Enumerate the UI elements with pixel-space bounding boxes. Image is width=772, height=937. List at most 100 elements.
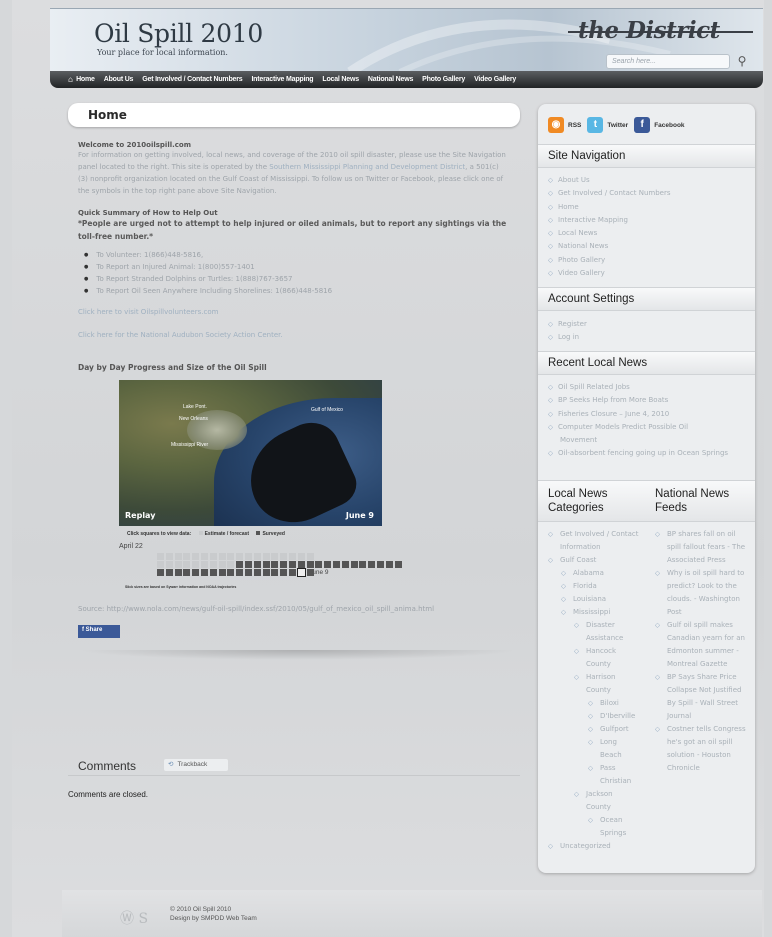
category-pass-christian[interactable]: Pass Christian: [588, 762, 640, 788]
register-link[interactable]: Register: [548, 318, 587, 331]
day-square[interactable]: [236, 569, 244, 576]
list-item[interactable]: Computer Models Predict Possible Oil Mov…: [548, 421, 718, 448]
category-louisiana[interactable]: Louisiana: [561, 593, 648, 606]
day-square[interactable]: [333, 561, 340, 568]
day-square[interactable]: [192, 553, 200, 560]
list-item[interactable]: Why is oil spill hard to predict? Look t…: [655, 567, 747, 619]
category-hancock-county[interactable]: Hancock County: [574, 645, 636, 671]
category-diberville[interactable]: D'Iberville: [588, 710, 640, 723]
category-mississippi[interactable]: Mississippi: [561, 606, 648, 619]
day-square[interactable]: [183, 553, 191, 560]
list-item[interactable]: BP shares fall on oil spill fallout fear…: [655, 528, 747, 567]
day-square[interactable]: [165, 569, 173, 576]
day-square[interactable]: [315, 561, 323, 568]
nav-about-us[interactable]: About Us: [104, 76, 134, 83]
day-square[interactable]: [280, 553, 288, 560]
sidebar-item-photo-gallery[interactable]: Photo Gallery: [548, 254, 671, 267]
sidebar-item-interactive-mapping[interactable]: Interactive Mapping: [548, 214, 671, 227]
day-square[interactable]: [289, 553, 296, 560]
category-alabama[interactable]: Alabama: [561, 567, 648, 580]
day-square[interactable]: [183, 569, 191, 576]
nav-get-involved[interactable]: Get Involved / Contact Numbers: [142, 76, 242, 83]
day-square[interactable]: [306, 553, 314, 560]
sidebar-item-get-involved[interactable]: Get Involved / Contact Numbers: [548, 187, 671, 200]
day-square[interactable]: [192, 569, 200, 576]
day-square[interactable]: [157, 553, 164, 560]
category-get-involved[interactable]: Get Involved / Contact Information: [548, 528, 648, 554]
day-square[interactable]: [245, 553, 252, 560]
category-ocean-springs[interactable]: Ocean Springs: [588, 814, 640, 840]
home-icon[interactable]: ⌂: [68, 75, 73, 84]
day-square[interactable]: [253, 561, 261, 568]
facebook-share-button[interactable]: f Share: [78, 625, 120, 638]
day-square[interactable]: [236, 553, 244, 560]
day-square[interactable]: [183, 561, 191, 568]
day-square[interactable]: [174, 569, 182, 576]
selected-day-square[interactable]: [297, 568, 306, 577]
day-square[interactable]: [341, 561, 349, 568]
oil-spill-map[interactable]: Lake Pont. New Orleans Mississippi River…: [119, 380, 382, 526]
sidebar-item-home[interactable]: Home: [548, 201, 671, 214]
category-gulf-coast[interactable]: Gulf Coast: [548, 554, 648, 567]
day-square[interactable]: [174, 561, 182, 568]
sidebar-item-local-news[interactable]: Local News: [548, 227, 671, 240]
day-square[interactable]: [385, 561, 393, 568]
facebook-icon[interactable]: f: [634, 117, 651, 133]
source-text[interactable]: Source: http://www.nola.com/news/gulf-oi…: [78, 603, 508, 615]
day-square[interactable]: [289, 569, 296, 576]
rss-link[interactable]: RSS: [568, 122, 581, 129]
day-square[interactable]: [209, 553, 217, 560]
list-item[interactable]: Oil-absorbent fencing going up in Ocean …: [548, 447, 733, 460]
day-square[interactable]: [262, 553, 270, 560]
nav-national-news[interactable]: National News: [368, 76, 413, 83]
sidebar-item-national-news[interactable]: National News: [548, 240, 671, 253]
list-item[interactable]: BP Seeks Help from More Boats: [548, 394, 733, 407]
nav-video-gallery[interactable]: Video Gallery: [474, 76, 516, 83]
day-square[interactable]: [157, 561, 164, 568]
category-gulfport[interactable]: Gulfport: [588, 723, 640, 736]
sidebar-item-about-us[interactable]: About Us: [548, 174, 671, 187]
category-long-beach[interactable]: Long Beach: [588, 736, 634, 762]
list-item[interactable]: Gulf oil spill makes Canadian yearn for …: [655, 619, 747, 671]
day-square[interactable]: [157, 569, 164, 576]
day-square[interactable]: [201, 569, 208, 576]
day-square[interactable]: [201, 553, 208, 560]
replay-button[interactable]: Replay: [125, 511, 155, 520]
twitter-link[interactable]: Twitter: [607, 122, 628, 129]
nav-local-news[interactable]: Local News: [322, 76, 359, 83]
audubon-link[interactable]: Click here for the National Audubon Soci…: [78, 329, 508, 341]
rss-icon[interactable]: ◉: [548, 117, 564, 133]
day-square[interactable]: [192, 561, 200, 568]
day-square[interactable]: [306, 569, 314, 576]
day-square[interactable]: [218, 561, 226, 568]
day-square[interactable]: [297, 553, 305, 560]
category-jackson-county[interactable]: Jackson County: [574, 788, 630, 814]
day-square[interactable]: [280, 561, 288, 568]
day-square[interactable]: [236, 561, 244, 568]
list-item[interactable]: Fisheries Closure – June 4, 2010: [548, 408, 733, 421]
day-square[interactable]: [297, 561, 305, 568]
login-link[interactable]: Log in: [548, 331, 587, 344]
day-square[interactable]: [262, 561, 270, 568]
day-square[interactable]: [218, 553, 226, 560]
nav-photo-gallery[interactable]: Photo Gallery: [422, 76, 465, 83]
list-item[interactable]: Costner tells Congress he's got an oil s…: [655, 723, 747, 775]
category-disaster-assistance[interactable]: Disaster Assistance: [574, 619, 636, 645]
day-square[interactable]: [227, 553, 235, 560]
search-input[interactable]: Search here...: [606, 54, 730, 69]
day-square[interactable]: [377, 561, 384, 568]
day-square[interactable]: [174, 553, 182, 560]
day-square[interactable]: [280, 569, 288, 576]
day-square[interactable]: [245, 561, 252, 568]
day-square[interactable]: [253, 569, 261, 576]
day-square[interactable]: [289, 561, 296, 568]
category-biloxi[interactable]: Biloxi: [588, 697, 640, 710]
volunteer-link[interactable]: Click here to visit Oilspillvolunteers.c…: [78, 306, 508, 318]
twitter-icon[interactable]: t: [587, 117, 604, 133]
day-square[interactable]: [245, 569, 252, 576]
trackback-button[interactable]: ⟲ Trackback: [164, 759, 228, 771]
day-square[interactable]: [350, 561, 358, 568]
day-square[interactable]: [306, 561, 314, 568]
category-florida[interactable]: Florida: [561, 580, 648, 593]
sidebar-item-video-gallery[interactable]: Video Gallery: [548, 267, 671, 280]
